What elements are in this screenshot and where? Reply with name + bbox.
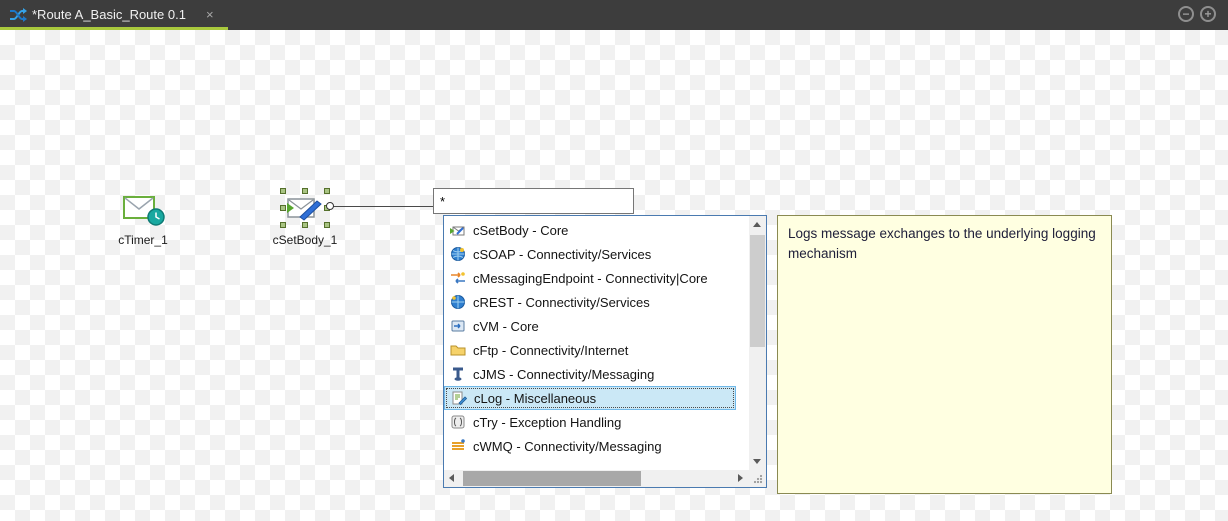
maximize-view-button[interactable]: + [1200, 6, 1216, 22]
route-design-canvas[interactable]: cTimer_1 cSetBody_1 [0, 30, 1228, 521]
selection-handle[interactable] [280, 188, 286, 194]
selection-handle[interactable] [324, 222, 330, 228]
list-item-cjms[interactable]: cJMS - Connectivity/Messaging [444, 362, 749, 386]
cmessagingendpoint-icon [450, 270, 466, 286]
horizontal-scrollbar-thumb[interactable] [463, 471, 641, 486]
node-ctimer[interactable] [122, 193, 166, 227]
scroll-left-button[interactable] [444, 470, 461, 487]
resize-grip[interactable] [749, 470, 766, 487]
node-csetbody-label: cSetBody_1 [250, 233, 360, 247]
vertical-scrollbar-thumb[interactable] [750, 235, 765, 347]
scroll-up-button[interactable] [749, 216, 766, 233]
clog-icon [451, 390, 467, 406]
component-item-label: cJMS - Connectivity/Messaging [473, 367, 654, 382]
horizontal-scrollbar[interactable] [444, 470, 749, 487]
ctry-icon [450, 414, 466, 430]
vertical-scrollbar[interactable] [749, 216, 766, 470]
editor-tab-bar: *Route A_Basic_Route 0.1 × − + [0, 0, 1228, 30]
list-item-cmessagingendpoint[interactable]: cMessagingEndpoint - Connectivity|Core [444, 266, 749, 290]
list-item-cvm[interactable]: cVM - Core [444, 314, 749, 338]
component-suggestion-list: cSetBody - Core cSOAP - Connectivity/Ser… [443, 215, 767, 488]
tab-close-icon[interactable]: × [206, 7, 214, 22]
selection-handle[interactable] [302, 188, 308, 194]
ctimer-icon [122, 193, 166, 227]
scroll-down-button[interactable] [749, 453, 766, 470]
component-item-label: cTry - Exception Handling [473, 415, 621, 430]
component-item-label: cWMQ - Connectivity/Messaging [473, 439, 662, 454]
component-item-label: cREST - Connectivity/Services [473, 295, 650, 310]
route-editor-window: *Route A_Basic_Route 0.1 × − + cTimer_1 [0, 0, 1228, 521]
component-description-tooltip: Logs message exchanges to the underlying… [777, 215, 1112, 494]
selection-handle[interactable] [280, 222, 286, 228]
connection-line [331, 206, 434, 207]
selection-handle[interactable] [280, 205, 286, 211]
node-ctimer-label: cTimer_1 [88, 233, 198, 247]
list-item-clog[interactable]: cLog - Miscellaneous [444, 386, 736, 410]
component-item-label: cSOAP - Connectivity/Services [473, 247, 651, 262]
list-item-csoap[interactable]: cSOAP - Connectivity/Services [444, 242, 749, 266]
list-item-crest[interactable]: cREST - Connectivity/Services [444, 290, 749, 314]
crest-icon [450, 294, 466, 310]
cvm-icon [450, 318, 466, 334]
node-csetbody[interactable] [280, 188, 332, 230]
component-item-label: cFtp - Connectivity/Internet [473, 343, 628, 358]
component-item-label: cMessagingEndpoint - Connectivity|Core [473, 271, 708, 286]
component-item-label: cVM - Core [473, 319, 539, 334]
csetbody-icon [450, 222, 466, 238]
component-item-label: cLog - Miscellaneous [474, 391, 596, 406]
csetbody-node-icon [287, 195, 325, 223]
minimize-view-button[interactable]: − [1178, 6, 1194, 22]
list-item-cftp[interactable]: cFtp - Connectivity/Internet [444, 338, 749, 362]
selection-handle[interactable] [324, 188, 330, 194]
cwmq-icon [450, 438, 466, 454]
component-items: cSetBody - Core cSOAP - Connectivity/Ser… [444, 216, 749, 470]
cftp-icon [450, 342, 466, 358]
csoap-icon [450, 246, 466, 262]
connection-endpoint-handle[interactable] [326, 202, 334, 210]
routes-icon [9, 7, 27, 23]
list-item-cwmq[interactable]: cWMQ - Connectivity/Messaging [444, 434, 749, 458]
cjms-icon [450, 366, 466, 382]
list-item-csetbody[interactable]: cSetBody - Core [444, 218, 749, 242]
scroll-right-button[interactable] [732, 470, 749, 487]
component-item-label: cSetBody - Core [473, 223, 568, 238]
component-search-input[interactable] [433, 188, 634, 214]
selection-handle[interactable] [302, 222, 308, 228]
tab-title[interactable]: *Route A_Basic_Route 0.1 [32, 7, 186, 22]
list-item-ctry[interactable]: cTry - Exception Handling [444, 410, 749, 434]
